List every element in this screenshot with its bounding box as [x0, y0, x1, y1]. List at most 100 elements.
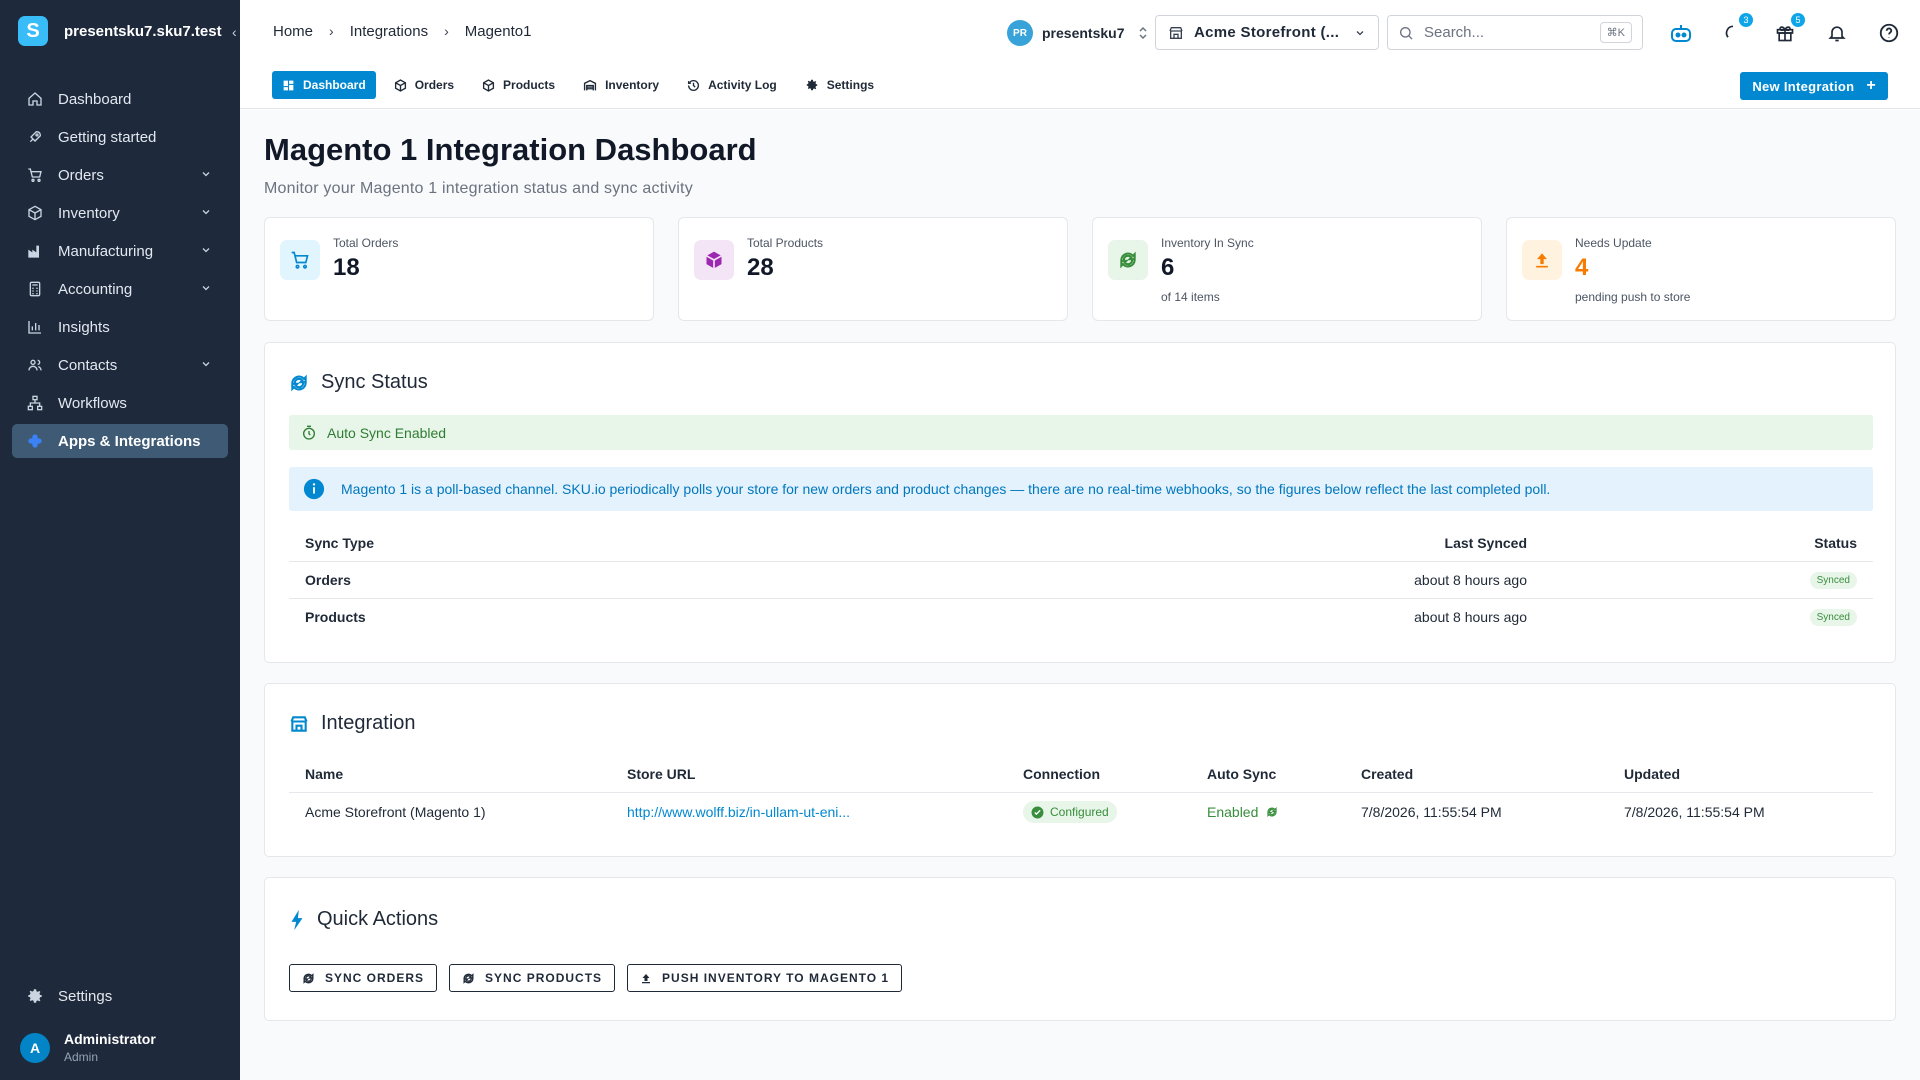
org-name[interactable]: presentsku7.sku7.test [64, 23, 222, 40]
sidebar-item-apps-integrations[interactable]: Apps & Integrations [12, 424, 228, 458]
auto-sync-cell: Enabled [1191, 792, 1345, 832]
connection-badge: Configured [1023, 801, 1117, 824]
updated-date: 7/8/2026, 11:55:54 PM [1624, 804, 1765, 821]
stat-card-total-orders: Total Orders 18 [264, 217, 654, 321]
tab-inventory[interactable]: Inventory [573, 71, 669, 99]
created-date: 7/8/2026, 11:55:54 PM [1361, 804, 1502, 821]
tab-label: Activity Log [708, 78, 777, 92]
up-down-icon [1138, 26, 1148, 40]
sidebar-item-insights[interactable]: Insights [12, 310, 228, 344]
integration-tabs: Dashboard Orders Products Inventory Acti… [240, 62, 1920, 109]
integration-card: Integration Name Store URL Connection Au… [264, 683, 1896, 857]
store-icon [289, 714, 309, 734]
sidebar-item-label: Manufacturing [58, 242, 154, 260]
column-header: Last Synced [804, 525, 1543, 562]
apps-icon [26, 432, 44, 450]
upload-icon [640, 972, 652, 985]
tab-label: Settings [826, 78, 875, 92]
cube-icon [482, 78, 495, 92]
status-badge: Synced [1809, 609, 1857, 627]
column-header: Status [1543, 525, 1873, 562]
stat-value: 28 [747, 254, 774, 281]
table-header-row: Name Store URL Connection Auto Sync Crea… [289, 756, 1873, 793]
chevron-down-icon [200, 206, 212, 218]
tab-dashboard[interactable]: Dashboard [272, 71, 376, 99]
search-icon [1398, 25, 1414, 41]
breadcrumb-home[interactable]: Home [273, 23, 313, 40]
tab-activity-log[interactable]: Activity Log [677, 71, 787, 99]
main-content: Magento 1 Integration Dashboard Monitor … [240, 110, 1920, 1080]
rocket-icon [26, 128, 44, 146]
tab-settings[interactable]: Settings [795, 71, 884, 99]
breadcrumb-integrations[interactable]: Integrations [350, 23, 428, 40]
sidebar-item-manufacturing[interactable]: Manufacturing [12, 234, 228, 268]
collapse-sidebar-button[interactable]: ‹ [232, 24, 237, 40]
chevron-down-icon [200, 282, 212, 294]
sidebar-item-label: Contacts [58, 356, 118, 374]
sync-status-title: Sync Status [289, 371, 428, 394]
sync-icon [302, 972, 315, 985]
new-integration-button[interactable]: New Integration + [1740, 72, 1888, 100]
bolt-icon [289, 909, 305, 931]
stat-card-needs-update: Needs Update 4 pending push to store [1506, 217, 1896, 321]
sidebar-item-label: Workflows [58, 394, 127, 412]
topbar: Home › Integrations › Magento1 PR presen… [240, 0, 1920, 62]
sidebar-item-settings[interactable]: Settings [12, 979, 228, 1013]
sidebar-item-workflows[interactable]: Workflows [12, 386, 228, 420]
integration-name: Acme Storefront (Magento 1) [305, 804, 486, 821]
auto-sync-value: Enabled [1207, 804, 1259, 821]
stat-note: pending push to store [1575, 290, 1691, 304]
bell-icon[interactable] [1823, 19, 1851, 47]
tab-label: Products [503, 78, 556, 92]
breadcrumb: Home › Integrations › Magento1 [273, 23, 531, 40]
calculator-icon [26, 280, 44, 298]
sync-type: Products [305, 608, 366, 625]
sidebar-item-contacts[interactable]: Contacts [12, 348, 228, 382]
home-icon [26, 90, 44, 108]
help-icon[interactable] [1875, 19, 1903, 47]
user-menu[interactable]: A Administrator Admin [0, 1031, 240, 1080]
tab-orders[interactable]: Orders [384, 71, 464, 99]
chevron-down-icon [1354, 27, 1366, 39]
gear-icon [805, 78, 819, 92]
column-header: Auto Sync [1191, 756, 1345, 793]
history-icon [687, 79, 700, 92]
push-inventory-label: PUSH INVENTORY TO MAGENTO 1 [662, 971, 890, 985]
plus-icon: + [1866, 77, 1876, 94]
loading-icon[interactable]: 3 [1719, 13, 1753, 47]
sync-type: Orders [289, 561, 805, 599]
sidebar-item-inventory[interactable]: Inventory [12, 196, 228, 230]
sync-orders-button[interactable]: SYNC ORDERS [289, 964, 438, 992]
tab-products[interactable]: Products [472, 71, 565, 99]
store-selector[interactable]: Acme Storefront (... [1155, 15, 1379, 50]
column-header: Name [289, 756, 611, 793]
robot-icon[interactable] [1667, 19, 1695, 47]
store-url-link[interactable]: http://www.wolff.biz/in-ullam-ut-eni... [627, 804, 850, 820]
stat-label: Needs Update [1575, 236, 1652, 250]
stat-card-inventory-in-sync: Inventory In Sync 6 of 14 items [1092, 217, 1482, 321]
sync-icon [1108, 240, 1148, 280]
info-icon [303, 478, 325, 500]
factory-icon [26, 242, 44, 260]
user-role: Admin [64, 1050, 99, 1064]
last-synced: about 8 hours ago [804, 561, 1543, 599]
sync-icon [1266, 806, 1278, 818]
stat-value: 6 [1161, 254, 1175, 281]
integration-title: Integration [289, 712, 416, 735]
project-switcher[interactable]: PR presentsku7 [1007, 20, 1148, 46]
sidebar-item-accounting[interactable]: Accounting [12, 272, 228, 306]
sync-products-button[interactable]: SYNC PRODUCTS [449, 964, 616, 992]
gift-badge: 5 [1791, 13, 1805, 27]
push-inventory-button[interactable]: PUSH INVENTORY TO MAGENTO 1 [627, 964, 903, 992]
app-logo[interactable]: S [18, 16, 48, 46]
topbar-actions: 3 5 [1667, 13, 1920, 47]
status-cell: Synced [1543, 561, 1873, 599]
sidebar-item-orders[interactable]: Orders [12, 158, 228, 192]
search-input[interactable]: Search... ⌘K [1387, 15, 1643, 50]
cart-icon [280, 240, 320, 280]
sidebar-item-dashboard[interactable]: Dashboard [12, 82, 228, 116]
sidebar-item-getting-started[interactable]: Getting started [12, 120, 228, 154]
timer-icon [301, 425, 317, 441]
quick-actions-buttons: SYNC ORDERS SYNC PRODUCTS PUSH INVENTORY… [289, 964, 914, 992]
gift-icon[interactable]: 5 [1771, 13, 1805, 47]
